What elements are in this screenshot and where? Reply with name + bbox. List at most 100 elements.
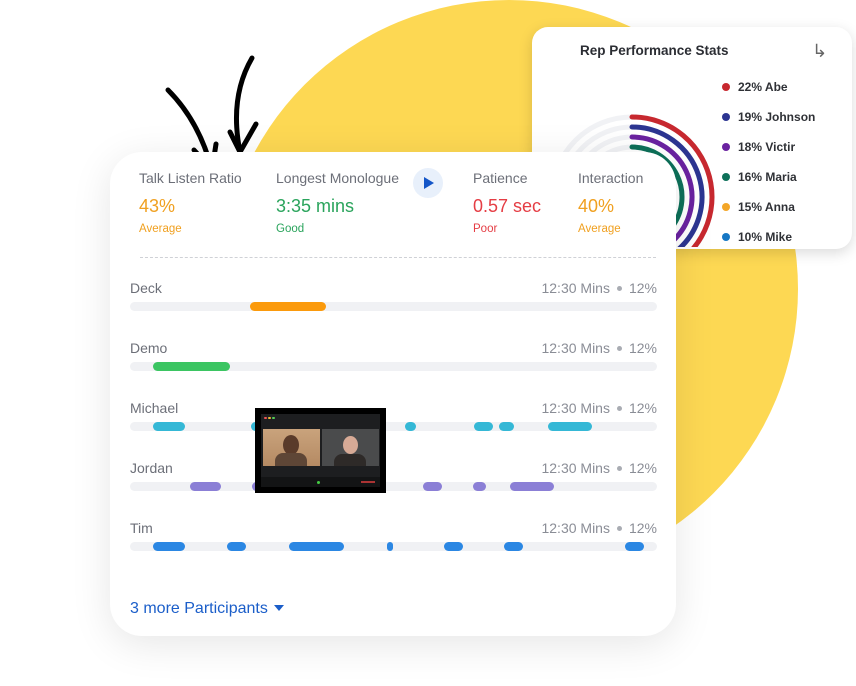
- control-icon: [317, 481, 320, 484]
- timeline-segment[interactable]: [548, 422, 592, 431]
- participant-stats: 12:30 Mins 12%: [541, 400, 657, 416]
- legend-label: 16% Maria: [738, 170, 797, 184]
- legend-item: 19% Johnson: [722, 102, 815, 132]
- legend-label: 18% Victir: [738, 140, 796, 154]
- metric-value: 40%: [578, 196, 615, 216]
- metric-patience: Patience 0.57 sec Poor: [473, 170, 541, 235]
- participant-percent: 12%: [628, 340, 657, 356]
- timeline-segment[interactable]: [226, 542, 246, 551]
- timeline-segment[interactable]: [625, 542, 645, 551]
- participant-body: [334, 454, 366, 466]
- window-dot-icon: [264, 417, 267, 419]
- timeline-segment[interactable]: [498, 422, 514, 431]
- timeline-segment[interactable]: [405, 422, 416, 431]
- metric-status: Average: [578, 223, 621, 235]
- metric-label: Longest Monologue: [276, 170, 399, 186]
- timeline-segment[interactable]: [423, 482, 442, 491]
- legend-dot-icon: [722, 233, 730, 241]
- timeline-segment[interactable]: [190, 482, 221, 491]
- participant-duration: 12:30 Mins: [541, 280, 610, 296]
- timeline-track[interactable]: [130, 542, 657, 551]
- participant-percent: 12%: [628, 400, 657, 416]
- legend-item: 10% Mike: [722, 222, 815, 252]
- participant-name: Demo: [130, 340, 168, 356]
- participant-stats: 12:30 Mins 12%: [541, 460, 657, 476]
- participant-duration: 12:30 Mins: [541, 400, 610, 416]
- participant-stats: 12:30 Mins 12%: [541, 340, 657, 356]
- legend-label: 15% Anna: [738, 200, 795, 214]
- metric-talk-listen-ratio: Talk Listen Ratio 43% Average: [139, 170, 242, 235]
- participant-stats: 12:30 Mins 12%: [541, 520, 657, 536]
- video-window: [261, 414, 380, 487]
- metric-status: Good: [276, 223, 305, 235]
- participant-percent: 12%: [628, 520, 657, 536]
- more-participants-link[interactable]: 3 more Participants: [130, 600, 284, 618]
- participant-row: Deck 12:30 Mins 12%: [130, 280, 657, 330]
- dot-separator: [616, 345, 622, 351]
- legend-dot-icon: [722, 83, 730, 91]
- video-controls-bar: [261, 477, 380, 487]
- dot-separator: [616, 405, 622, 411]
- timeline-segment[interactable]: [473, 422, 494, 431]
- participant-percent: 12%: [628, 460, 657, 476]
- timeline-track[interactable]: [130, 482, 657, 491]
- participant-face: [283, 435, 299, 455]
- participant-row: Michael 12:30 Mins 12%: [130, 400, 657, 450]
- participant-video-tile: [322, 429, 379, 466]
- dot-separator: [616, 525, 622, 531]
- timeline-segment[interactable]: [153, 422, 185, 431]
- participant-duration: 12:30 Mins: [541, 520, 610, 536]
- participant-row: Jordan 12:30 Mins 12%: [130, 460, 657, 510]
- play-icon: [424, 177, 434, 189]
- participant-name: Michael: [130, 400, 179, 416]
- legend-item: 15% Anna: [722, 192, 815, 222]
- timeline-segment[interactable]: [153, 362, 231, 371]
- caret-down-icon: [273, 604, 284, 611]
- end-call-icon: [361, 481, 375, 483]
- legend-label: 10% Mike: [738, 230, 793, 244]
- metric-label: Interaction: [578, 170, 644, 186]
- timeline-segment[interactable]: [510, 482, 554, 491]
- play-button[interactable]: [413, 168, 443, 198]
- metric-value: 0.57 sec: [473, 196, 542, 216]
- timeline-segment[interactable]: [504, 542, 524, 551]
- timeline-track[interactable]: [130, 302, 657, 311]
- window-dot-icon: [268, 417, 271, 419]
- timeline-track[interactable]: [130, 362, 657, 371]
- timeline-segment[interactable]: [289, 542, 344, 551]
- rep-legend: 22% Abe 19% Johnson 18% Victir 16% Maria 15%…: [722, 72, 815, 252]
- timeline-segment[interactable]: [387, 542, 394, 551]
- metric-interaction: Interaction 40% Average: [578, 170, 643, 235]
- video-call-thumbnail[interactable]: [255, 408, 386, 493]
- dot-separator: [616, 285, 622, 291]
- more-participants-label: 3 more Participants: [130, 600, 268, 617]
- legend-item: 22% Abe: [722, 72, 815, 102]
- timeline-segment[interactable]: [444, 542, 464, 551]
- timeline-segment[interactable]: [472, 482, 487, 491]
- metric-status: Average: [139, 223, 182, 235]
- timeline-track[interactable]: [130, 422, 657, 431]
- participant-name: Jordan: [130, 460, 173, 476]
- window-dot-icon: [272, 417, 275, 419]
- metric-label: Patience: [473, 170, 528, 186]
- metric-value: 43%: [139, 196, 176, 216]
- participant-duration: 12:30 Mins: [541, 460, 610, 476]
- legend-dot-icon: [722, 203, 730, 211]
- participant-duration: 12:30 Mins: [541, 340, 610, 356]
- legend-label: 19% Johnson: [738, 110, 816, 124]
- legend-item: 18% Victir: [722, 132, 815, 162]
- metric-value: 3:35 mins: [276, 196, 355, 216]
- timeline-segment[interactable]: [153, 542, 185, 551]
- legend-dot-icon: [722, 113, 730, 121]
- participant-body: [275, 453, 307, 466]
- rep-performance-title: Rep Performance Stats: [580, 43, 729, 58]
- participant-stats: 12:30 Mins 12%: [541, 280, 657, 296]
- timeline-segment[interactable]: [250, 302, 327, 311]
- metric-status: Poor: [473, 223, 498, 235]
- participant-video-tile: [263, 429, 320, 466]
- legend-dot-icon: [722, 173, 730, 181]
- legend-label: 22% Abe: [738, 80, 788, 94]
- participant-name: Deck: [130, 280, 162, 296]
- participant-row: Demo 12:30 Mins 12%: [130, 340, 657, 390]
- redirect-arrow-icon[interactable]: ↳: [812, 41, 827, 62]
